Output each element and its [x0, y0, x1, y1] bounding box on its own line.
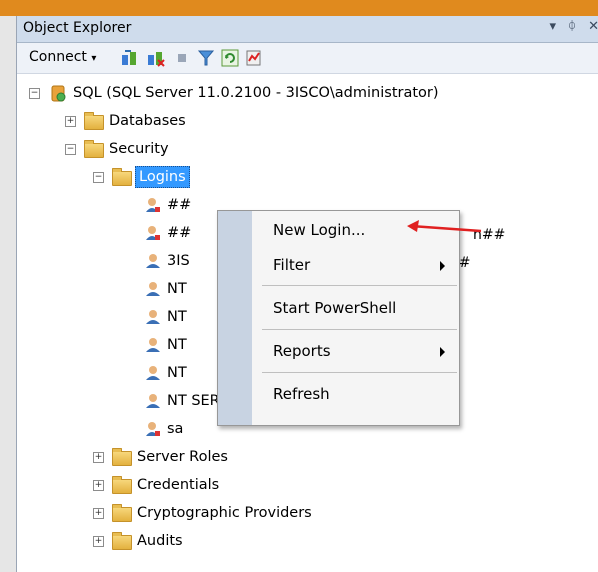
chevron-down-icon: ▾ — [91, 53, 97, 64]
login-user-icon — [146, 254, 160, 268]
login-user-icon — [146, 282, 160, 296]
window-position-dropdown-icon[interactable]: ▾ — [549, 19, 556, 34]
security-label: Security — [109, 141, 169, 157]
login-label: ## — [167, 197, 192, 213]
menu-item-filter[interactable]: Filter — [252, 251, 459, 281]
folder-icon — [112, 476, 132, 494]
server-icon — [51, 85, 66, 102]
context-menu: New Login... Filter Start PowerShell Rep… — [217, 210, 460, 426]
login-user-icon — [146, 310, 160, 324]
login-label: sa — [167, 421, 184, 437]
disconnect-icon[interactable] — [147, 49, 165, 67]
expand-icon[interactable]: + — [93, 536, 104, 547]
folder-icon — [112, 504, 132, 522]
logins-label: Logins — [135, 166, 190, 188]
submenu-arrow-icon — [440, 261, 445, 271]
collapse-icon[interactable]: − — [29, 88, 40, 99]
databases-label: Databases — [109, 113, 186, 129]
panel-controls: ▾ ᛰ ✕ — [541, 19, 598, 34]
object-explorer-toolbar: Connect ▾ — [17, 43, 598, 74]
panel-title: Object Explorer — [23, 20, 132, 36]
stop-icon[interactable] — [173, 49, 191, 67]
audits-label: Audits — [137, 533, 183, 549]
submenu-arrow-icon — [440, 347, 445, 357]
login-user-icon — [146, 198, 160, 212]
login-label: NT — [167, 309, 187, 325]
activity-monitor-icon[interactable] — [245, 49, 263, 67]
filter-icon[interactable] — [197, 49, 215, 67]
folder-icon — [84, 112, 104, 130]
menu-item-label: Filter — [273, 256, 311, 274]
login-user-icon — [146, 226, 160, 240]
folder-icon — [112, 448, 132, 466]
menu-item-label: Start PowerShell — [273, 299, 397, 317]
login-label: NT — [167, 281, 187, 297]
menu-item-label: Reports — [273, 342, 331, 360]
annotation-arrow-icon — [407, 220, 482, 233]
connect-label: Connect — [29, 49, 87, 65]
login-label: NT — [167, 365, 187, 381]
folder-icon — [112, 532, 132, 550]
expand-icon[interactable]: + — [93, 508, 104, 519]
object-explorer-panel: Object Explorer ▾ ᛰ ✕ Connect ▾ − SQL (S… — [16, 16, 598, 572]
folder-icon — [112, 168, 132, 186]
server-roles-label: Server Roles — [137, 449, 228, 465]
login-user-icon — [146, 394, 160, 408]
menu-icon-gutter — [218, 211, 252, 425]
menu-item-label: New Login... — [273, 221, 366, 239]
menu-item-refresh[interactable]: Refresh — [252, 380, 459, 410]
menu-item-reports[interactable]: Reports — [252, 337, 459, 367]
close-icon[interactable]: ✕ — [588, 19, 598, 34]
login-label: ## — [167, 225, 192, 241]
login-user-icon — [146, 422, 160, 436]
connect-button[interactable]: Connect ▾ — [29, 49, 96, 65]
expand-icon[interactable]: + — [65, 116, 76, 127]
login-user-icon — [146, 366, 160, 380]
panel-title-bar: Object Explorer ▾ ᛰ ✕ — [17, 16, 598, 43]
credentials-label: Credentials — [137, 477, 220, 493]
connect-object-explorer-icon[interactable] — [121, 49, 139, 67]
collapse-icon[interactable]: − — [93, 172, 104, 183]
menu-item-label: Refresh — [273, 385, 330, 403]
login-user-icon — [146, 338, 160, 352]
menu-separator — [262, 285, 457, 286]
pin-icon[interactable]: ᛰ — [568, 19, 576, 34]
left-edge-strip — [0, 16, 16, 572]
menu-item-start-powershell[interactable]: Start PowerShell — [252, 294, 459, 324]
server-label: SQL (SQL Server 11.0.2100 - 3ISCO\admini… — [73, 85, 439, 101]
menu-separator — [262, 329, 457, 330]
login-label: 3IS — [167, 253, 190, 269]
menu-separator — [262, 372, 457, 373]
expand-icon[interactable]: + — [93, 452, 104, 463]
folder-icon — [84, 140, 104, 158]
window-top-band — [0, 0, 598, 16]
login-label: NT — [167, 337, 187, 353]
refresh-icon[interactable] — [221, 49, 239, 67]
cryptographic-providers-label: Cryptographic Providers — [137, 505, 312, 521]
expand-icon[interactable]: + — [93, 480, 104, 491]
collapse-icon[interactable]: − — [65, 144, 76, 155]
